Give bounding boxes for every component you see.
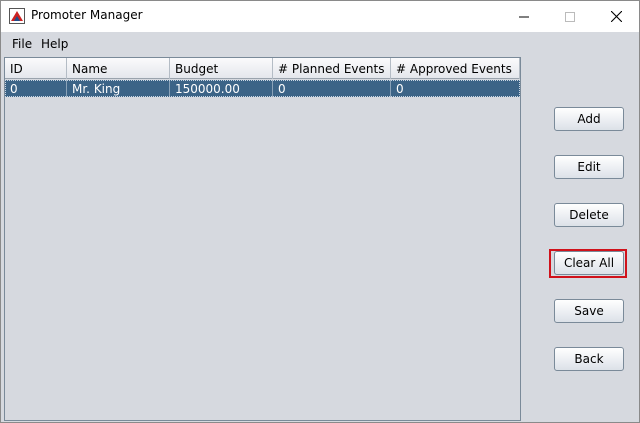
back-button[interactable]: Back [554,347,624,371]
maximize-icon [565,11,575,22]
java-app-icon [9,8,25,24]
title-bar[interactable]: Promoter Manager [1,1,639,32]
close-button[interactable] [593,1,639,32]
column-header-planned-events[interactable]: # Planned Events [273,58,391,79]
maximize-button[interactable] [547,1,593,32]
save-button[interactable]: Save [554,299,624,323]
column-header-budget[interactable]: Budget [170,58,273,79]
add-button[interactable]: Add [554,107,624,131]
menu-help[interactable]: Help [41,37,68,51]
menu-file[interactable]: File [12,37,32,51]
column-header-approved-events[interactable]: # Approved Events [391,58,520,79]
highlight-box [549,249,627,278]
table-header: ID Name Budget # Planned Events # Approv… [5,58,520,79]
row-focus-outline [5,80,520,97]
promoter-table[interactable]: ID Name Budget # Planned Events # Approv… [4,57,521,421]
minimize-button[interactable] [501,1,547,32]
column-header-id[interactable]: ID [5,58,67,79]
delete-button[interactable]: Delete [554,203,624,227]
close-icon [610,11,622,22]
column-header-name[interactable]: Name [67,58,170,79]
window-title: Promoter Manager [31,8,143,22]
table-row[interactable]: 0 Mr. King 150000.00 0 0 [5,80,520,97]
edit-button[interactable]: Edit [554,155,624,179]
app-window: Promoter Manager File Help ID Name Budge… [0,0,640,423]
menu-bar: File Help [1,32,639,54]
minimize-icon [519,16,529,17]
